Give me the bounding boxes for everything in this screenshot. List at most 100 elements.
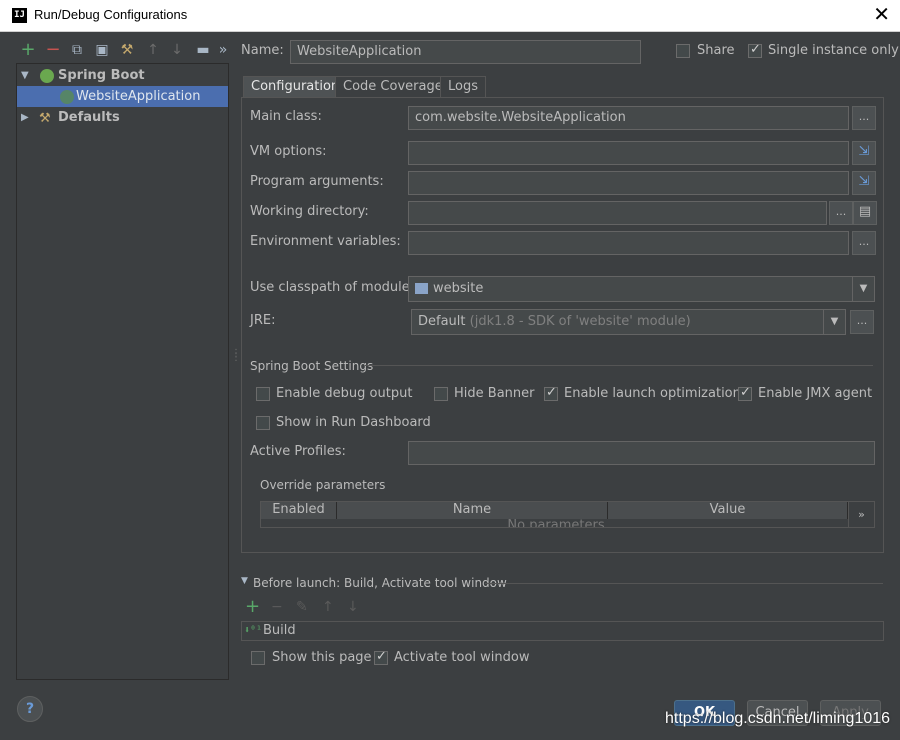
name-label: Name: — [241, 43, 284, 58]
activate-tool-window-checkbox[interactable] — [374, 649, 388, 665]
browse-environment-variables-button[interactable]: ... — [852, 231, 876, 255]
spring-boot-icon — [40, 69, 54, 83]
tab-configuration[interactable]: Configuration — [243, 76, 348, 98]
before-launch-list[interactable]: ⬇⁰¹ Build — [241, 621, 884, 641]
tab-logs[interactable]: Logs — [440, 76, 486, 98]
title-bar: IJ Run/Debug Configurations ✕ — [0, 0, 900, 32]
column-header-name[interactable]: Name — [337, 502, 608, 519]
copy-icon[interactable]: ⧉ — [68, 40, 86, 60]
jre-hint: (jdk1.8 - SDK of 'website' module) — [469, 314, 691, 329]
help-button[interactable]: ? — [17, 696, 43, 722]
single-instance-label: Single instance only — [768, 43, 899, 58]
enable-jmx-agent-checkbox[interactable] — [738, 385, 752, 401]
share-checkbox[interactable] — [676, 44, 690, 58]
edit-task-icon[interactable]: ✎ — [296, 598, 308, 616]
save-icon[interactable]: ▣ — [93, 40, 111, 60]
remove-icon[interactable]: − — [44, 40, 62, 60]
collapse-arrow-icon[interactable]: ▼ — [241, 576, 248, 586]
main-class-field[interactable]: com.website.WebsiteApplication — [408, 106, 849, 130]
working-directory-label: Working directory: — [250, 204, 369, 219]
override-parameters-table[interactable]: Enabled Name Value No parameters » — [260, 501, 875, 528]
tree-node-defaults[interactable]: ▶ ⚒ Defaults — [17, 107, 228, 128]
move-task-up-icon[interactable]: ↑ — [322, 598, 334, 616]
override-parameters-header: Override parameters — [260, 478, 386, 492]
browse-jre-button[interactable]: ... — [850, 310, 874, 334]
active-profiles-label: Active Profiles: — [250, 444, 346, 459]
vm-options-field[interactable] — [408, 141, 849, 165]
module-icon — [415, 283, 428, 294]
environment-variables-field[interactable] — [408, 231, 849, 255]
jre-value: Default — [418, 314, 466, 329]
enable-debug-output-checkbox[interactable] — [256, 387, 270, 401]
empty-table-text: No parameters — [507, 518, 605, 528]
expand-vm-options-icon[interactable]: ⇲ — [852, 141, 876, 165]
build-icon: ⬇⁰¹ — [244, 625, 263, 636]
before-launch-header: Before launch: Build, Activate tool wind… — [253, 576, 507, 590]
macro-icon[interactable]: ▤ — [853, 201, 877, 225]
browse-main-class-button[interactable]: ... — [852, 106, 876, 130]
show-in-run-dashboard-checkbox[interactable] — [256, 416, 270, 430]
enable-launch-optimization-checkbox[interactable] — [544, 385, 558, 401]
classpath-module-value: website — [433, 281, 484, 296]
wrench-icon: ⚒ — [39, 111, 51, 126]
expanded-arrow-icon[interactable]: ▼ — [21, 65, 29, 86]
show-this-page-label: Show this page — [272, 650, 372, 665]
browse-working-directory-button[interactable]: ... — [829, 201, 853, 225]
classpath-module-select[interactable]: website ▼ — [408, 276, 875, 302]
single-instance-checkbox[interactable] — [748, 42, 762, 58]
tree-node-label: Spring Boot — [58, 68, 145, 83]
tree-node-label: Defaults — [58, 110, 120, 125]
working-directory-field[interactable] — [408, 201, 827, 225]
table-more-icon[interactable]: » — [848, 502, 874, 527]
classpath-module-label: Use classpath of module: — [250, 280, 415, 295]
enable-debug-output-label: Enable debug output — [276, 386, 413, 401]
expand-program-arguments-icon[interactable]: ⇲ — [852, 171, 876, 195]
more-icon[interactable]: » — [214, 40, 232, 60]
chevron-down-icon[interactable]: ▼ — [852, 277, 874, 301]
main-class-label: Main class: — [250, 109, 322, 124]
activate-tool-window-label: Activate tool window — [394, 650, 530, 665]
edit-defaults-icon[interactable]: ⚒ — [118, 40, 136, 60]
add-icon[interactable]: + — [19, 40, 37, 60]
enable-launch-optimization-label: Enable launch optimization — [564, 386, 741, 401]
configuration-tree[interactable]: ▼ Spring Boot WebsiteApplication ▶ ⚒ Def… — [16, 63, 229, 680]
splitter-handle[interactable]: ⋮ ⋮ — [231, 349, 241, 363]
program-arguments-field[interactable] — [408, 171, 849, 195]
name-field[interactable]: WebsiteApplication — [290, 40, 641, 64]
move-task-down-icon[interactable]: ↓ — [347, 598, 359, 616]
close-icon[interactable]: ✕ — [873, 4, 890, 24]
list-item[interactable]: Build — [263, 623, 296, 638]
enable-jmx-agent-label: Enable JMX agent — [758, 386, 873, 401]
collapsed-arrow-icon[interactable]: ▶ — [21, 107, 29, 128]
share-label: Share — [697, 43, 735, 58]
add-task-icon[interactable]: + — [245, 598, 260, 616]
active-profiles-field[interactable] — [408, 441, 875, 465]
tree-node-website-application[interactable]: WebsiteApplication — [17, 86, 228, 107]
section-divider — [485, 583, 883, 584]
folder-icon[interactable]: ▬ — [194, 40, 212, 60]
window-title: Run/Debug Configurations — [34, 7, 188, 22]
hide-banner-label: Hide Banner — [454, 386, 535, 401]
spring-boot-settings-header: Spring Boot Settings — [250, 359, 374, 373]
hide-banner-checkbox[interactable] — [434, 387, 448, 401]
intellij-icon: IJ — [12, 8, 27, 23]
environment-variables-label: Environment variables: — [250, 234, 401, 249]
chevron-down-icon[interactable]: ▼ — [823, 310, 845, 334]
spring-boot-app-icon — [60, 90, 74, 104]
tree-node-label: WebsiteApplication — [76, 89, 201, 104]
show-in-run-dashboard-label: Show in Run Dashboard — [276, 415, 431, 430]
section-divider — [365, 365, 873, 366]
move-down-icon[interactable]: ↓ — [168, 40, 186, 60]
jre-label: JRE: — [250, 313, 276, 328]
remove-task-icon[interactable]: − — [271, 598, 283, 616]
vm-options-label: VM options: — [250, 144, 327, 159]
show-this-page-checkbox[interactable] — [251, 651, 265, 665]
watermark: https://blog.csdn.net/liming1016 — [665, 710, 891, 727]
tab-code-coverage[interactable]: Code Coverage — [335, 76, 451, 98]
column-header-enabled[interactable]: Enabled — [261, 502, 337, 519]
program-arguments-label: Program arguments: — [250, 174, 384, 189]
tree-node-spring-boot[interactable]: ▼ Spring Boot — [17, 65, 228, 86]
jre-select[interactable]: Default (jdk1.8 - SDK of 'website' modul… — [411, 309, 846, 335]
move-up-icon[interactable]: ↑ — [144, 40, 162, 60]
column-header-value[interactable]: Value — [608, 502, 848, 519]
